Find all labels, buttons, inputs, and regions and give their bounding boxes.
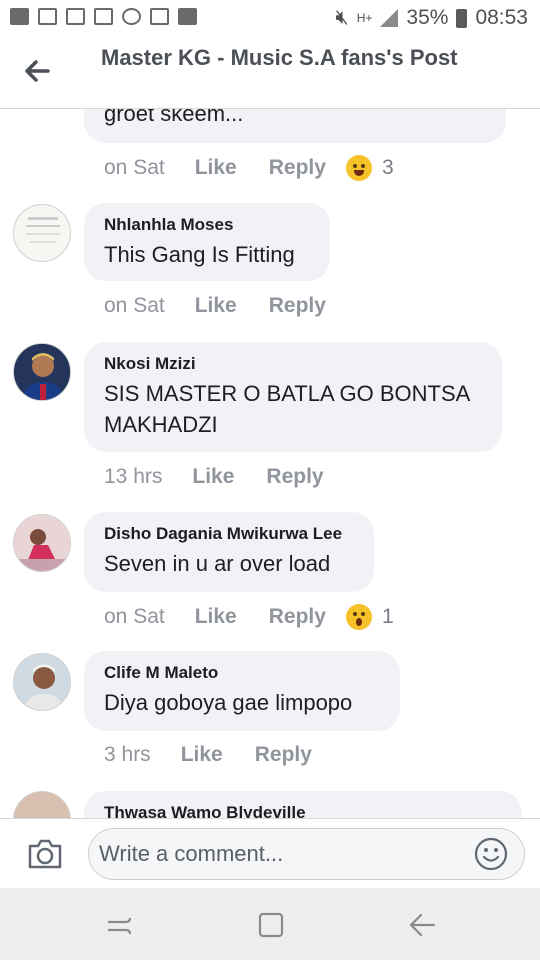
comment-composer (0, 818, 540, 889)
comment-meta: on Sat Like Reply 3 (104, 155, 394, 181)
arrow-left-icon[interactable] (20, 54, 54, 88)
reply-button[interactable]: Reply (269, 294, 326, 318)
comment-author[interactable]: Nhlanhla Moses (104, 215, 310, 235)
like-button[interactable]: Like (181, 743, 223, 767)
sd-card-icon (178, 8, 197, 25)
comment-input[interactable] (88, 828, 525, 880)
comment-time: on Sat (104, 294, 165, 317)
comment-text: groet skeem... (104, 108, 244, 126)
comment-time: 13 hrs (104, 465, 163, 488)
sync-icon (122, 8, 141, 25)
comment-author[interactable]: Disho Dagania Mwikurwa Lee (104, 524, 354, 544)
network-type-icon: H+ (356, 11, 373, 25)
comment-bubble: Thwasa Wamo Blydeville (84, 791, 522, 818)
home-icon[interactable] (256, 910, 286, 940)
notification-icons (10, 8, 197, 25)
comment-bubble: Nkosi Mzizi SIS MASTER O BATLA GO BONTSA… (84, 342, 502, 452)
comment-time: 3 hrs (104, 743, 151, 766)
camera-icon[interactable] (27, 838, 63, 875)
play-store-icon (150, 8, 169, 25)
like-button[interactable]: Like (195, 294, 237, 318)
comment-bubble: Clife M Maleto Diya goboya gae limpopo (84, 651, 400, 731)
comment-author[interactable]: Thwasa Wamo Blydeville (104, 803, 502, 818)
wow-emoji-icon (345, 604, 372, 630)
comment-meta: 3 hrs Like Reply (104, 743, 344, 767)
mute-icon: 🔇︎ (335, 6, 349, 29)
reactions[interactable]: 3 (345, 155, 394, 181)
app-header: Master KG - Music S.A fans's Post (0, 38, 540, 109)
activity-icon (94, 8, 113, 25)
like-button[interactable]: Like (192, 465, 234, 489)
system-indicators: 🔇︎ H+ 35% 08:53 (335, 6, 528, 30)
laughing-emoji-icon (345, 155, 372, 181)
comment-meta: 13 hrs Like Reply (104, 465, 356, 489)
comments-feed[interactable]: groet skeem... on Sat Like Reply 3 Nhlan… (0, 108, 540, 818)
reply-button[interactable]: Reply (269, 605, 326, 629)
comment-time: on Sat (104, 605, 165, 628)
comment-bubble: Nhlanhla Moses This Gang Is Fitting (84, 203, 330, 281)
avatar[interactable] (13, 343, 71, 401)
reply-button[interactable]: Reply (269, 156, 326, 180)
avatar[interactable] (13, 653, 71, 711)
nav-back-icon[interactable] (407, 910, 437, 940)
battery-percent: 35% (406, 6, 449, 29)
status-bar: 🔇︎ H+ 35% 08:53 (0, 0, 540, 38)
comment-meta: on Sat Like Reply (104, 294, 358, 318)
signal-icon (380, 9, 399, 27)
comment-bubble: groet skeem... (84, 108, 506, 143)
reaction-count: 3 (381, 156, 394, 179)
avatar[interactable] (13, 791, 71, 818)
comment-bubble: Disho Dagania Mwikurwa Lee Seven in u ar… (84, 512, 374, 592)
comment-text: Diya goboya gae limpopo (104, 690, 353, 715)
like-button[interactable]: Like (195, 156, 237, 180)
reply-button[interactable]: Reply (266, 465, 323, 489)
comment-text: SIS MASTER O BATLA GO BONTSA MAKHADZI (104, 381, 470, 437)
avatar[interactable] (13, 514, 71, 572)
comment-author[interactable]: Nkosi Mzizi (104, 354, 482, 374)
reply-button[interactable]: Reply (255, 743, 312, 767)
clock: 08:53 (475, 6, 528, 29)
reactions[interactable]: 1 (345, 604, 394, 630)
comment-time: on Sat (104, 156, 165, 179)
like-button[interactable]: Like (195, 605, 237, 629)
comment-meta: on Sat Like Reply 1 (104, 604, 394, 630)
recents-icon[interactable] (105, 910, 135, 940)
image-icon (38, 8, 57, 25)
wifi-icon (66, 8, 85, 25)
comment-text: This Gang Is Fitting (104, 242, 295, 267)
smiley-icon[interactable] (474, 837, 508, 876)
comment-text: Seven in u ar over load (104, 551, 331, 576)
battery-icon (456, 8, 468, 28)
reaction-count: 1 (381, 605, 394, 628)
comment-author[interactable]: Clife M Maleto (104, 663, 380, 683)
system-nav-bar (0, 888, 540, 960)
notification-icon (10, 8, 29, 25)
page-title: Master KG - Music S.A fans's Post (101, 45, 458, 70)
avatar[interactable] (13, 204, 71, 262)
